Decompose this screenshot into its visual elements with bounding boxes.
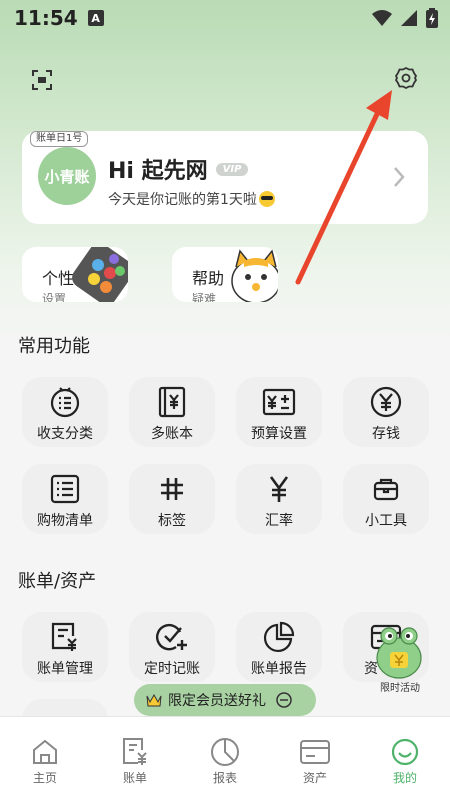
help-label: 帮助 bbox=[192, 269, 225, 288]
billing-day-tag: 账单日1号 bbox=[30, 131, 89, 147]
grid-item-label: 小工具 bbox=[365, 513, 407, 529]
grid-item-label: 账单管理 bbox=[37, 661, 93, 677]
smile-icon bbox=[391, 738, 419, 766]
grid-item-shopping-list[interactable]: 购物清单 bbox=[22, 464, 108, 534]
promo-text: 限定会员送好礼 bbox=[168, 693, 266, 709]
bills-assets-title: 账单/资产 bbox=[18, 571, 97, 592]
wifi-icon bbox=[372, 10, 392, 26]
home-icon bbox=[33, 739, 57, 764]
toolbox-icon bbox=[373, 478, 399, 501]
asset-card-icon bbox=[300, 740, 330, 764]
bill-icon bbox=[123, 738, 147, 765]
palette-icon bbox=[72, 247, 128, 302]
hashtag-icon bbox=[161, 478, 183, 500]
grid-item-multi-ledger[interactable]: 多账本 bbox=[129, 377, 215, 447]
help-card[interactable]: 帮助 疑难 bbox=[172, 247, 278, 302]
tab-home[interactable]: 主页 bbox=[10, 735, 80, 786]
profile-card[interactable]: 账单日1号 小青账 Hi 起先网 VIP 今天是你记账的第1天啦 bbox=[22, 131, 428, 224]
tab-label: 报表 bbox=[212, 771, 237, 785]
tab-assets[interactable]: 资产 bbox=[280, 735, 350, 786]
grid-item-label: 汇率 bbox=[265, 513, 293, 529]
grid-item-label: 预算设置 bbox=[251, 426, 307, 442]
tab-reports[interactable]: 报表 bbox=[190, 735, 260, 786]
grid-item-label: 标签 bbox=[158, 513, 186, 529]
status-icons bbox=[372, 8, 438, 28]
notification-icon: A bbox=[87, 10, 104, 26]
gear-icon bbox=[394, 66, 418, 90]
grid-item-savings[interactable]: 存钱 bbox=[343, 377, 429, 447]
scan-button[interactable] bbox=[28, 66, 56, 94]
cat-mascot-icon bbox=[231, 249, 278, 302]
grid-item-income-expense-category[interactable]: 收支分类 bbox=[22, 377, 108, 447]
tab-bills[interactable]: 账单 bbox=[100, 735, 170, 786]
grid-item-bill-report[interactable]: 账单报告 bbox=[236, 612, 322, 682]
vip-badge[interactable]: VIP bbox=[215, 162, 249, 176]
grid-item-label: 购物清单 bbox=[37, 513, 93, 529]
minus-circle-icon[interactable] bbox=[276, 692, 292, 708]
tab-label: 主页 bbox=[32, 771, 57, 785]
limited-activity-label: 限时活动 bbox=[380, 683, 420, 694]
profile-subtitle-row: 今天是你记账的第1天啦 bbox=[108, 189, 275, 209]
status-time: 11:54 bbox=[14, 6, 78, 30]
profile-name-row: Hi 起先网 VIP bbox=[108, 153, 249, 185]
tab-label: 我的 bbox=[392, 771, 417, 785]
yuan-coin-icon bbox=[370, 386, 402, 418]
pie-chart-icon bbox=[264, 621, 295, 652]
ledger-book-icon bbox=[158, 386, 186, 418]
grid-item-label: 收支分类 bbox=[37, 426, 93, 442]
bottom-tab-bar: 主页 账单 报表 资产 我的 bbox=[0, 716, 450, 800]
grid-item-tags[interactable]: 标签 bbox=[129, 464, 215, 534]
settings-button[interactable] bbox=[392, 64, 420, 92]
grid-item-label: 多账本 bbox=[151, 426, 193, 442]
report-chart-icon bbox=[211, 738, 239, 766]
grid-item-label: 定时记账 bbox=[144, 661, 200, 677]
signal-icon bbox=[401, 10, 417, 26]
budget-icon bbox=[262, 388, 296, 416]
tab-label: 资产 bbox=[302, 771, 327, 785]
grid-item-scheduled-bookkeeping[interactable]: 定时记账 bbox=[129, 612, 215, 682]
grid-item-exchange-rate[interactable]: 汇率 bbox=[236, 464, 322, 534]
battery-icon bbox=[426, 8, 438, 28]
yuan-icon bbox=[269, 476, 289, 502]
grid-item-label: 存钱 bbox=[372, 426, 400, 442]
chevron-right-icon bbox=[394, 167, 405, 187]
promo-banner[interactable]: 限定会员送好礼 bbox=[134, 684, 316, 716]
tab-label: 账单 bbox=[122, 771, 147, 785]
grid-item-label: 账单报告 bbox=[251, 661, 307, 677]
days-text: 今天是你记账的第1天啦 bbox=[108, 192, 257, 208]
common-functions-title: 常用功能 bbox=[18, 336, 90, 357]
personalize-card[interactable]: 个性化 设置 bbox=[22, 247, 128, 302]
sunglasses-emoji-icon bbox=[258, 191, 275, 207]
tab-mine[interactable]: 我的 bbox=[370, 735, 440, 786]
crown-icon bbox=[146, 693, 162, 707]
help-sublabel: 疑难 bbox=[192, 292, 217, 302]
bill-yuan-icon bbox=[51, 622, 77, 651]
category-list-icon bbox=[50, 387, 80, 418]
grid-item-budget-settings[interactable]: 预算设置 bbox=[236, 377, 322, 447]
scan-icon bbox=[32, 70, 52, 90]
user-name: Hi 起先网 bbox=[108, 159, 208, 184]
status-bar: 11:54 A bbox=[0, 0, 450, 36]
checklist-icon bbox=[50, 474, 80, 504]
grid-item-bill-management[interactable]: 账单管理 bbox=[22, 612, 108, 682]
personalize-sublabel: 设置 bbox=[42, 292, 67, 302]
frog-mascot-icon[interactable] bbox=[374, 624, 424, 680]
avatar[interactable]: 小青账 bbox=[38, 147, 96, 205]
check-plus-icon bbox=[156, 623, 187, 651]
grid-item-tools[interactable]: 小工具 bbox=[343, 464, 429, 534]
